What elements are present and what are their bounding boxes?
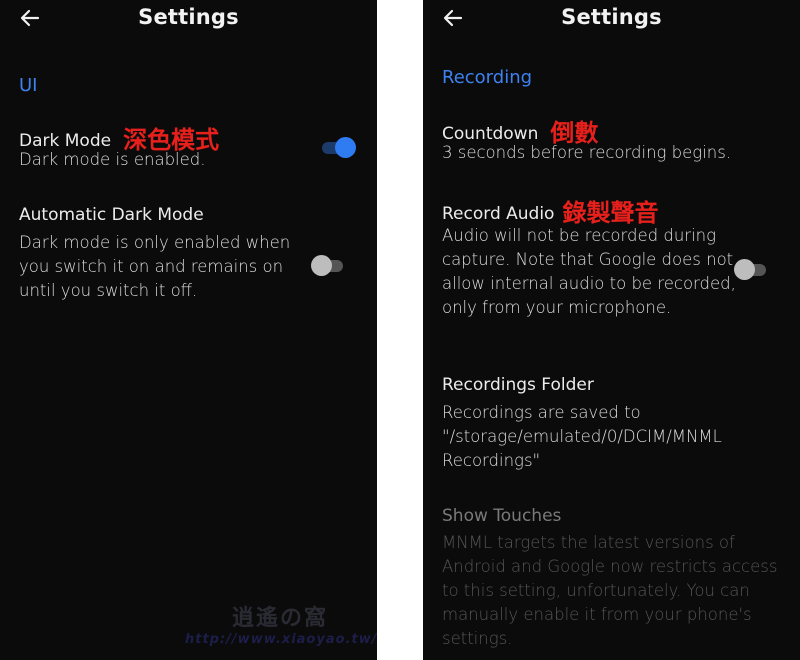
toggle-thumb (734, 259, 755, 280)
setting-description: Dark mode is enabled. (19, 150, 206, 169)
page-title: Settings (561, 5, 662, 29)
section-header-recording: Recording (442, 67, 533, 88)
annotation-label: 錄製聲音 (562, 199, 659, 227)
setting-description: Recordings are saved to "/storage/emulat… (442, 403, 722, 470)
page-title: Settings (138, 5, 239, 29)
section-header-ui: UI (19, 75, 38, 96)
watermark: 逍遙の窩 http://www.xiaoyao.tw/ (185, 600, 377, 647)
setting-description: Audio will not be recorded during captur… (442, 226, 736, 317)
setting-description: MNML targets the latest versions of Andr… (442, 533, 778, 648)
right-settings-screen: Settings Recording Countdown 倒數 3 seconds… (423, 0, 800, 660)
setting-title: Recordings Folder (442, 375, 594, 395)
watermark-url: http://www.xiaoyao.tw/ (185, 632, 377, 647)
record-audio-toggle[interactable] (734, 258, 770, 280)
toggle-thumb (335, 137, 356, 158)
setting-title: Show Touches (442, 506, 562, 526)
toggle-thumb (311, 255, 332, 276)
setting-title: Record Audio (442, 204, 555, 224)
setting-description: 3 seconds before recording begins. (442, 143, 732, 162)
setting-title: Automatic Dark Mode (19, 205, 204, 225)
dark-mode-toggle[interactable] (320, 136, 356, 158)
left-settings-screen: Settings UI Dark Mode 深色模式 Dark mode is e… (0, 0, 377, 660)
automatic-dark-mode-toggle[interactable] (311, 254, 347, 276)
setting-description: Dark mode is only enabled when you switc… (19, 233, 291, 300)
watermark-logo: 逍遙の窩 (231, 606, 328, 631)
